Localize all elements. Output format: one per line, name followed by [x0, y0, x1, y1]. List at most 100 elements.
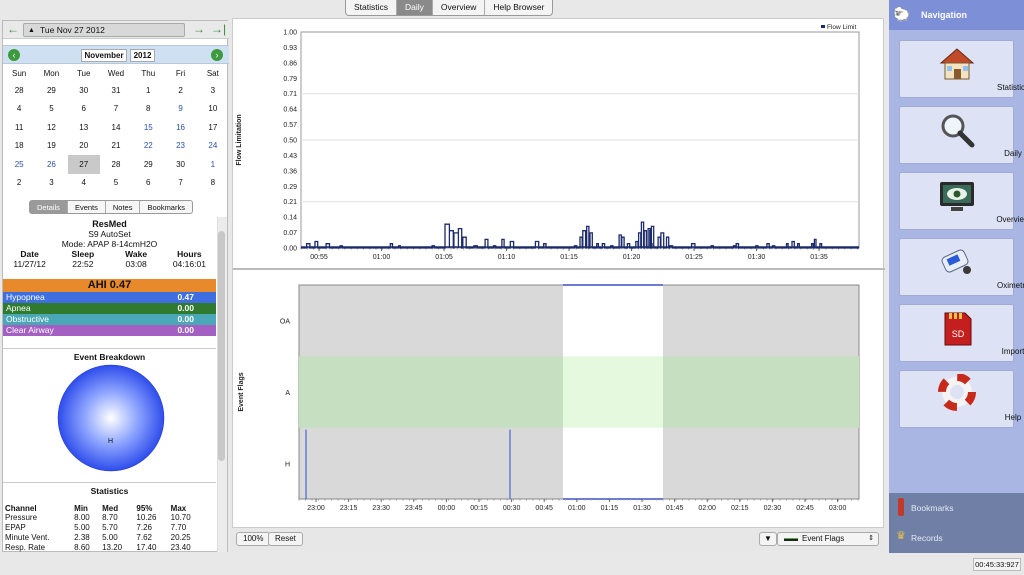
status-time: 00:45:33:927	[973, 558, 1021, 571]
calendar-day[interactable]: 6	[68, 100, 100, 119]
calendar-day[interactable]: 8	[132, 100, 164, 119]
session-headers: Date Sleep Wake Hours	[3, 249, 216, 259]
calendar-day[interactable]: 15	[132, 118, 164, 137]
calendar-day[interactable]: 11	[3, 118, 35, 137]
reset-button[interactable]: Reset	[268, 532, 303, 546]
calendar-day[interactable]: 3	[35, 174, 67, 193]
house-icon	[939, 48, 975, 80]
calendar-day[interactable]: 14	[100, 118, 132, 137]
flags-xtick-label: 03:00	[829, 505, 847, 512]
calendar-day[interactable]: 21	[100, 137, 132, 156]
flags-xtick-label: 00:30	[503, 505, 521, 512]
tab-daily[interactable]: Daily	[397, 0, 433, 15]
calendar-day[interactable]: 25	[3, 155, 35, 174]
month-select[interactable]: November	[81, 49, 127, 62]
prev-month-icon[interactable]: ‹	[8, 49, 20, 61]
last-day-icon[interactable]: →|	[211, 22, 226, 36]
calendar-day[interactable]: 4	[3, 100, 35, 119]
nav-label-oximetry: Oximetry	[997, 281, 1024, 290]
calendar-day[interactable]: 5	[35, 100, 67, 119]
calendar-day[interactable]: 29	[35, 81, 67, 100]
header-wake: Wake	[125, 249, 148, 259]
calendar-day[interactable]: 16	[164, 118, 196, 137]
calendar-day[interactable]: 1	[197, 155, 229, 174]
calendar-day[interactable]: 30	[68, 81, 100, 100]
calendar-day[interactable]: 20	[68, 137, 100, 156]
value-date: 11/27/12	[13, 259, 46, 269]
tab-help-browser[interactable]: Help Browser	[485, 0, 552, 15]
flow-ytick-label: 0.29	[283, 184, 297, 191]
nav-overview-button[interactable]: Overview	[899, 172, 1024, 230]
bookmarks-link[interactable]: Bookmarks	[911, 503, 954, 513]
nav-label-statistics: Statistics	[996, 83, 1024, 92]
flow-legend-swatch	[821, 25, 825, 28]
flags-xtick-label: 01:45	[666, 505, 684, 512]
calendar-day[interactable]: 28	[3, 81, 35, 100]
calendar-day[interactable]: 26	[35, 155, 67, 174]
year-select[interactable]: 2012	[130, 49, 155, 62]
flow-ytick-label: 0.07	[283, 230, 297, 237]
calendar-day[interactable]: 13	[68, 118, 100, 137]
date-field[interactable]: ▲ Tue Nov 27 2012	[23, 23, 185, 37]
svg-text:SD: SD	[952, 329, 965, 339]
nav-help-button[interactable]: Help	[899, 370, 1021, 428]
calendar-day[interactable]: 4	[68, 174, 100, 193]
calendar-day[interactable]: 23	[164, 137, 196, 156]
details-scroll-thumb[interactable]	[218, 231, 225, 461]
forward-arrow-icon[interactable]: →	[193, 22, 205, 36]
nav-daily-button[interactable]: Daily	[899, 106, 1022, 164]
flags-xtick-label: 02:00	[698, 505, 716, 512]
flags-row-label: A	[285, 390, 290, 397]
calendar-day[interactable]: 1	[132, 81, 164, 100]
calendar-day[interactable]: 30	[164, 155, 196, 174]
calendar-day[interactable]: 2	[3, 174, 35, 193]
back-arrow-icon[interactable]: ←	[7, 22, 19, 36]
view-tabs: Statistics Daily Overview Help Browser	[345, 0, 554, 16]
device-model: S9 AutoSet	[88, 229, 131, 239]
calendar-day[interactable]: 12	[35, 118, 67, 137]
flags-xtick-label: 01:30	[633, 505, 651, 512]
calendar-day[interactable]: 24	[197, 137, 229, 156]
calendar-day[interactable]: 29	[132, 155, 164, 174]
calendar-day[interactable]: 8	[197, 174, 229, 193]
flags-xtick-label: 00:00	[438, 505, 456, 512]
graph-select[interactable]: Event Flags ⇕	[777, 532, 879, 546]
graph-select-label: Event Flags	[802, 534, 845, 543]
calendar-day[interactable]: 6	[132, 174, 164, 193]
stats-row: Pressure 8.00 8.70 10.26 10.70	[3, 513, 203, 523]
calendar-day[interactable]: 5	[100, 174, 132, 193]
calendar-day[interactable]: 28	[100, 155, 132, 174]
flow-ytick-label: 0.64	[283, 107, 297, 114]
tab-overview[interactable]: Overview	[433, 0, 486, 15]
stats-cell: 5.70	[102, 523, 118, 532]
stats-header: Min	[74, 504, 88, 513]
tab-statistics[interactable]: Statistics	[346, 0, 398, 15]
calendar-day[interactable]: 17	[197, 118, 229, 137]
calendar-day[interactable]: 10	[197, 100, 229, 119]
calendar-day[interactable]: 9	[164, 100, 196, 119]
calendar-day[interactable]: 18	[3, 137, 35, 156]
select-arrows-icon: ⇕	[868, 535, 874, 542]
zoom-100-button[interactable]: 100%	[236, 532, 271, 546]
event-row: Apnea 0.00	[3, 303, 216, 314]
tab-details[interactable]: Details	[30, 201, 68, 213]
calendar-day[interactable]: 7	[164, 174, 196, 193]
calendar-day[interactable]: 19	[35, 137, 67, 156]
nav-oximetry-button[interactable]: Oximetry	[899, 238, 1024, 296]
graph-menu-icon[interactable]: ▼	[759, 532, 777, 546]
records-link[interactable]: Records	[911, 533, 943, 543]
calendar-day[interactable]: 7	[100, 100, 132, 119]
calendar-day[interactable]: 27	[67, 155, 100, 174]
stats-header: Channel	[5, 504, 37, 513]
calendar-day[interactable]: 2	[164, 81, 196, 100]
next-month-icon[interactable]: ›	[211, 49, 223, 61]
calendar-day[interactable]: 31	[100, 81, 132, 100]
event-breakdown-chart: H	[3, 362, 216, 482]
nav-import-button[interactable]: SD Import	[899, 304, 1024, 362]
calendar-day[interactable]: 22	[132, 137, 164, 156]
nav-statistics-button[interactable]: Statistics	[899, 40, 1024, 98]
tab-notes[interactable]: Notes	[106, 201, 141, 213]
tab-bookmarks[interactable]: Bookmarks	[140, 201, 192, 213]
tab-events[interactable]: Events	[68, 201, 106, 213]
calendar-day[interactable]: 3	[197, 81, 229, 100]
